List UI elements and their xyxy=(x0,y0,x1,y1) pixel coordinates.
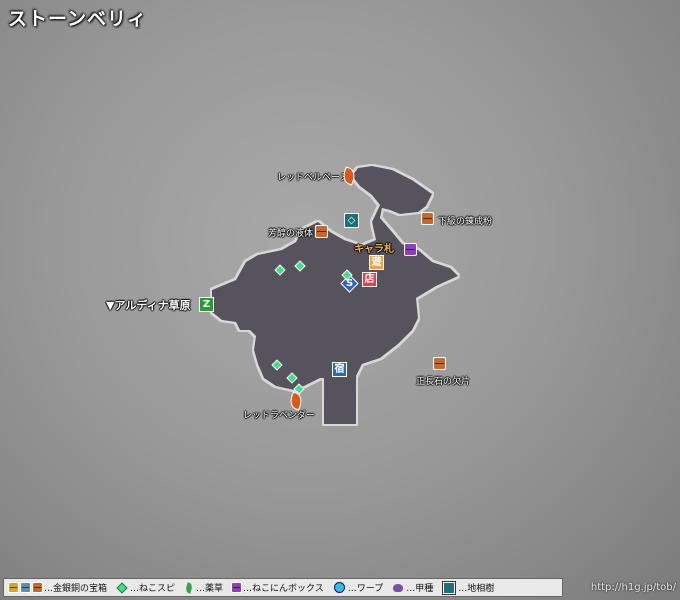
bronze-chest-icon xyxy=(32,582,43,593)
legend-herb-text: …薬草 xyxy=(196,584,224,594)
legend-tree: …地相樹 xyxy=(441,580,495,595)
inn-icon[interactable]: 宿 xyxy=(332,362,347,377)
chest-aromatic-liquid-icon[interactable] xyxy=(315,225,328,238)
label-red-lavender: レッドラベンダー xyxy=(243,411,316,421)
label-red-bellpepper: レッドベルペーヌ xyxy=(277,173,350,183)
town-ground xyxy=(212,166,458,390)
guild-icon[interactable]: 遊 xyxy=(369,255,384,270)
chest-lower-refine-icon[interactable] xyxy=(421,212,434,225)
label-aromatic-liquid: 芳醇の液体 xyxy=(268,229,314,239)
legend-tree-text: …地相樹 xyxy=(458,584,495,594)
chest-orthoclase-icon[interactable] xyxy=(433,357,446,370)
gold-chest-icon xyxy=(8,582,19,593)
legend-cat-gem-text: …ねこスピ xyxy=(130,584,176,594)
legend-warp-text: …ワープ xyxy=(347,584,384,594)
legend-beetle-text: …甲種 xyxy=(406,584,434,594)
label-lower-refine: 下級の錬成粉 xyxy=(438,217,493,227)
cat-gem-icon xyxy=(116,581,128,594)
shop-icon[interactable]: 店 xyxy=(362,272,377,287)
cat-box-legend-icon xyxy=(231,582,243,593)
legend-warp: …ワープ xyxy=(332,581,383,594)
terrain-layer xyxy=(212,166,458,424)
legend-herb: …薬草 xyxy=(183,581,223,594)
label-chara-card: キャラ札 xyxy=(354,244,394,255)
silver-chest-icon xyxy=(20,582,31,593)
cat-box-icon[interactable] xyxy=(404,243,417,256)
legend-cat-box-text: …ねこにんボックス xyxy=(243,584,324,594)
legend-cat-box: …ねこにんボックス xyxy=(231,581,324,594)
beetle-icon xyxy=(393,583,404,592)
herb-icon xyxy=(184,581,194,594)
geo-tree-icon[interactable]: ◇ xyxy=(344,213,359,228)
legend-chests-text: …金銀銅の宝箱 xyxy=(44,584,108,594)
exit-icon[interactable]: Z xyxy=(199,297,214,312)
legend-chests: …金銀銅の宝箱 xyxy=(8,581,107,594)
south-annex xyxy=(324,372,356,424)
geo-tree-legend-icon xyxy=(442,580,457,595)
source-url[interactable]: http://h1g.jp/tob/ xyxy=(591,582,676,593)
legend-box: …金銀銅の宝箱 …ねこスピ …薬草 …ねこにんボックス …ワープ …甲種 …地相… xyxy=(3,578,563,597)
map-stage: ストーンベリィ レッドベルペーヌ 下級の錬成粉 芳醇の液体 キャラ札 ▼アルディ… xyxy=(0,0,680,600)
legend-bar: …金銀銅の宝箱 …ねこスピ …薬草 …ねこにんボックス …ワープ …甲種 …地相… xyxy=(0,576,680,600)
legend-beetle: …甲種 xyxy=(391,581,433,594)
label-aldina-exit[interactable]: ▼アルディナ草原 xyxy=(106,297,191,313)
label-orthoclase: 正長石の欠片 xyxy=(416,377,471,387)
legend-cat-gem: …ねこスピ xyxy=(115,581,175,594)
warp-icon xyxy=(333,582,345,593)
